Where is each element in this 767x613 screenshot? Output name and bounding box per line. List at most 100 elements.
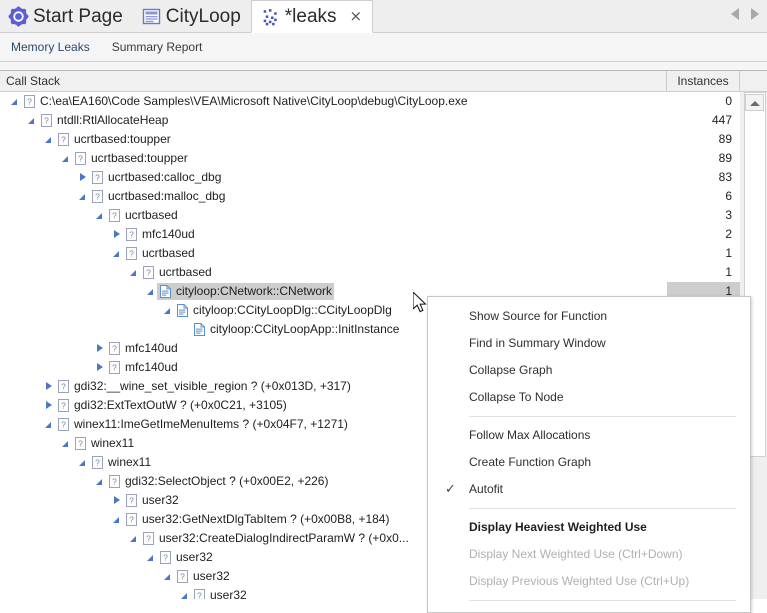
- scroll-up-arrow-icon[interactable]: [745, 94, 764, 111]
- row-label-wrap: ? winex11: [72, 435, 136, 452]
- collapse-arrow-icon[interactable]: [42, 415, 55, 434]
- collapse-arrow-icon[interactable]: [127, 263, 140, 282]
- menu-item-follow-max-allocations[interactable]: Follow Max Allocations: [428, 422, 750, 449]
- column-header-instances[interactable]: Instances: [667, 71, 740, 91]
- expand-arrow-icon[interactable]: [42, 377, 55, 396]
- collapse-arrow-icon[interactable]: [178, 586, 191, 599]
- cell-instances: 2: [725, 227, 732, 241]
- collapse-arrow-icon[interactable]: [93, 206, 106, 225]
- source-file-icon: [159, 282, 173, 301]
- collapse-arrow-icon[interactable]: [161, 301, 174, 320]
- menu-item-show-source-for-function[interactable]: Show Source for Function: [428, 303, 750, 330]
- collapse-arrow-icon[interactable]: [76, 187, 89, 206]
- table-row[interactable]: ? ucrtbased:toupper 89: [0, 130, 740, 149]
- svg-text:?: ?: [61, 420, 66, 430]
- document-tab-cityloop[interactable]: CityLoop: [133, 0, 251, 33]
- svg-text:?: ?: [78, 439, 83, 449]
- document-tab-start-page[interactable]: Start Page: [0, 0, 133, 33]
- menu-item-find-in-summary-window[interactable]: Find in Summary Window: [428, 330, 750, 357]
- row-label-wrap: ? ucrtbased: [123, 245, 197, 262]
- cell-instances: 3: [725, 208, 732, 222]
- menu-item-autofit[interactable]: ✓ Autofit: [428, 476, 750, 503]
- unknown-module-icon: ?: [92, 171, 103, 184]
- call-stack-label: gdi32:ExtTextOutW ? (+0x0C21, +3105): [74, 398, 287, 412]
- table-row[interactable]: ? ucrtbased 1: [0, 263, 740, 282]
- tab-navigation: [731, 8, 759, 20]
- call-stack-label: mfc140ud: [142, 227, 195, 241]
- view-tab-summary-report[interactable]: Summary Report: [101, 33, 214, 61]
- row-label-wrap: ? ucrtbased:toupper: [55, 131, 173, 148]
- menu-item-collapse-graph[interactable]: Collapse Graph: [428, 357, 750, 384]
- unknown-module-icon: ?: [177, 570, 188, 583]
- collapse-arrow-icon[interactable]: [76, 453, 89, 472]
- row-label-wrap: ? user32:GetNextDlgTabItem ? (+0x00B8, +1…: [123, 511, 391, 528]
- close-icon[interactable]: ×: [350, 9, 363, 24]
- expand-arrow-icon[interactable]: [76, 168, 89, 187]
- menu-separator: [469, 416, 736, 417]
- table-row[interactable]: ? ucrtbased:calloc_dbg 83: [0, 168, 740, 187]
- column-header-call-stack[interactable]: Call Stack: [0, 71, 667, 91]
- menu-separator: [469, 600, 736, 601]
- menu-item-display-heaviest-weighted-use[interactable]: Display Heaviest Weighted Use: [428, 514, 750, 541]
- cell-call-stack: ? ucrtbased:calloc_dbg: [0, 168, 667, 187]
- svg-text:?: ?: [129, 515, 134, 525]
- collapse-arrow-icon[interactable]: [127, 529, 140, 548]
- expand-arrow-icon[interactable]: [110, 225, 123, 244]
- next-tab-arrow-icon[interactable]: [751, 8, 759, 20]
- unknown-module-icon: ?: [91, 168, 105, 187]
- menu-item-create-function-graph[interactable]: Create Function Graph: [428, 449, 750, 476]
- collapse-arrow-icon[interactable]: [110, 244, 123, 263]
- svg-text:?: ?: [61, 401, 66, 411]
- unknown-module-icon: ?: [74, 149, 88, 168]
- menu-item-label: Display Heaviest Weighted Use: [469, 520, 647, 534]
- view-tab-memory-leaks[interactable]: Memory Leaks: [0, 33, 101, 61]
- table-row[interactable]: ? ucrtbased 1: [0, 244, 740, 263]
- cell-instances: 1: [725, 246, 732, 260]
- table-row[interactable]: ? ucrtbased:malloc_dbg 6: [0, 187, 740, 206]
- collapse-arrow-icon[interactable]: [110, 510, 123, 529]
- collapse-arrow-icon[interactable]: [59, 434, 72, 453]
- collapse-arrow-icon[interactable]: [144, 282, 157, 301]
- table-row[interactable]: ? mfc140ud 2: [0, 225, 740, 244]
- collapse-arrow-icon[interactable]: [93, 472, 106, 491]
- cell-call-stack: ? ucrtbased: [0, 263, 667, 282]
- cell-call-stack: ? mfc140ud: [0, 225, 667, 244]
- document-tab-label: Start Page: [33, 5, 123, 27]
- expand-arrow-icon[interactable]: [110, 491, 123, 510]
- table-row[interactable]: ? ntdll:RtlAllocateHeap 447: [0, 111, 740, 130]
- menu-item-label: Autofit: [469, 482, 504, 496]
- collapse-arrow-icon[interactable]: [42, 130, 55, 149]
- collapse-arrow-icon[interactable]: [59, 149, 72, 168]
- unknown-module-icon: ?: [108, 339, 122, 358]
- expand-arrow-icon[interactable]: [93, 339, 106, 358]
- unknown-module-icon: ?: [159, 548, 173, 567]
- cell-instances: 6: [725, 189, 732, 203]
- collapse-arrow-icon[interactable]: [161, 567, 174, 586]
- svg-text:?: ?: [61, 382, 66, 392]
- document-tab-leaks[interactable]: *leaks ×: [250, 0, 374, 33]
- call-stack-label: user32: [142, 493, 179, 507]
- svg-text:?: ?: [78, 154, 83, 164]
- call-stack-label: ucrtbased:toupper: [74, 132, 171, 146]
- expand-arrow-icon[interactable]: [42, 396, 55, 415]
- expand-arrow-icon[interactable]: [93, 358, 106, 377]
- prev-tab-arrow-icon[interactable]: [731, 8, 739, 20]
- row-label-wrap: ? ntdll:RtlAllocateHeap: [38, 112, 170, 129]
- unknown-module-icon: ?: [109, 342, 120, 355]
- unknown-module-icon: ?: [143, 532, 154, 545]
- unknown-module-icon: ?: [92, 190, 103, 203]
- svg-text:?: ?: [129, 230, 134, 240]
- table-row[interactable]: ? ucrtbased:toupper 89: [0, 149, 740, 168]
- svg-text:?: ?: [129, 249, 134, 259]
- unknown-module-icon: ?: [126, 247, 137, 260]
- collapse-arrow-icon[interactable]: [8, 92, 21, 111]
- unknown-module-icon: ?: [75, 437, 86, 450]
- table-row[interactable]: ? C:\ea\EA160\Code Samples\VEA\Microsoft …: [0, 92, 740, 111]
- view-tab-label: Summary Report: [111, 40, 203, 54]
- menu-separator: [469, 508, 736, 509]
- menu-item-collapse-to-node[interactable]: Collapse To Node: [428, 384, 750, 411]
- document-icon: [141, 6, 162, 27]
- table-row[interactable]: ? ucrtbased 3: [0, 206, 740, 225]
- collapse-arrow-icon[interactable]: [25, 111, 38, 130]
- collapse-arrow-icon[interactable]: [144, 548, 157, 567]
